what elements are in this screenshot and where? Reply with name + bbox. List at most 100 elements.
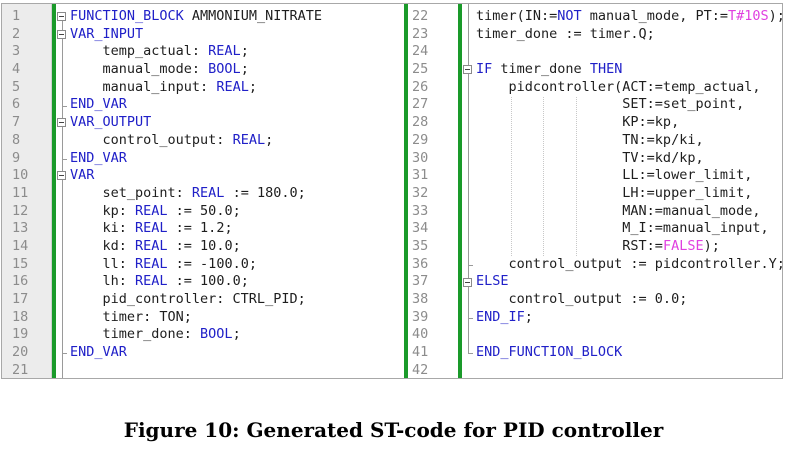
line-number: 26 — [412, 78, 429, 95]
indent-guide — [575, 96, 577, 256]
line-number: 2 — [12, 25, 21, 42]
code-line: VAR_OUTPUT — [70, 114, 404, 132]
line-number: 9 — [12, 149, 21, 166]
fold-toggle-icon[interactable] — [463, 277, 472, 287]
code-line: lh: REAL := 100.0; — [70, 273, 404, 291]
fold-end-tick — [62, 353, 67, 355]
line-number: 5 — [12, 78, 21, 95]
code-token: timer: TON; — [70, 308, 192, 325]
code-line: MAN:=manual_mode, — [476, 202, 782, 221]
code-line: timer_done := timer.Q; — [476, 26, 782, 44]
code-token: ; — [240, 43, 249, 60]
line-number: 22 — [412, 8, 429, 24]
line-number: 3 — [12, 43, 21, 60]
line-number: 11 — [12, 184, 29, 201]
code-token: timer_done: — [70, 326, 201, 343]
line-number: 41 — [412, 344, 429, 361]
code-token: ; — [232, 326, 241, 343]
keyword-token: ELSE — [476, 273, 509, 290]
code-token: set_point: — [70, 184, 192, 201]
keyword-token: REAL — [208, 43, 241, 60]
keyword-token: VAR_INPUT — [70, 25, 144, 42]
code-token: := 100.0; — [167, 273, 249, 290]
keyword-token: REAL — [135, 237, 168, 254]
code-line: pid_controller: CTRL_PID; — [70, 291, 404, 309]
line-number: 39 — [412, 308, 429, 325]
fold-guide-line — [62, 180, 63, 354]
code-line: VAR — [70, 167, 404, 185]
literal-token: T#10S — [727, 8, 769, 24]
line-number: 31 — [412, 167, 429, 184]
fold-guide-line — [468, 286, 469, 318]
code-line: END_VAR — [70, 344, 404, 362]
keyword-token: VAR_OUTPUT — [70, 114, 152, 131]
line-number: 13 — [12, 220, 29, 237]
code-line: LL:=lower_limit, — [476, 167, 782, 185]
fold-end-tick — [468, 317, 473, 319]
code-token: ); — [768, 8, 782, 24]
fold-end-tick — [468, 353, 473, 355]
keyword-token: REAL — [191, 184, 225, 201]
fold-guide-line — [62, 38, 63, 106]
keyword-token: BOOL — [200, 326, 233, 343]
code-line: timer_done: BOOL; — [70, 326, 404, 344]
code-area[interactable]: timer(IN:=NOT manual_mode, PT:=T#10S);ti… — [476, 4, 782, 378]
code-line: control_output: REAL; — [70, 132, 404, 150]
fold-toggle-icon[interactable] — [57, 118, 66, 128]
line-number: 6 — [12, 96, 21, 113]
keyword-token: NOT — [557, 8, 582, 24]
code-line: pidcontroller(ACT:=temp_actual, — [476, 78, 782, 97]
code-token: := 50.0; — [167, 202, 241, 219]
code-token: MAN:=manual_mode, — [476, 202, 761, 219]
code-line: RST:=FALSE); — [476, 237, 782, 256]
code-token: ; — [265, 131, 274, 148]
fold-toggle-icon[interactable] — [57, 12, 66, 21]
code-line: kp: REAL := 50.0; — [70, 203, 404, 221]
code-token: ll: — [70, 255, 136, 272]
line-number-gutter: 1 2 3 4 5 6 7 8 9 10 11 12 13 14 15 16 17 18 19 20 21 — [2, 4, 52, 378]
code-token: SET:=set_point, — [476, 96, 745, 113]
line-number-gutter: 22 23 24 25 26 27 28 29 30 31 32 33 34 35 36 37 38 39 40 41… — [408, 4, 458, 378]
fold-toggle-icon[interactable] — [463, 65, 472, 75]
code-token: ki: — [70, 220, 136, 237]
indent-guide — [543, 96, 545, 256]
code-line: ELSE — [476, 273, 782, 291]
code-line: END_IF; — [476, 309, 782, 327]
code-token: control_output: — [70, 131, 233, 148]
line-number: 35 — [412, 237, 429, 254]
line-number: 34 — [412, 220, 429, 237]
line-number: 37 — [412, 273, 429, 290]
code-token: pidcontroller(ACT:=temp_actual, — [476, 78, 761, 95]
fold-toggle-icon[interactable] — [57, 171, 66, 181]
line-number: 20 — [12, 344, 29, 361]
line-number: 32 — [412, 184, 429, 201]
line-number: 40 — [412, 326, 429, 343]
keyword-token: IF — [476, 61, 493, 78]
code-token: manual_mode, PT:= — [581, 8, 728, 24]
code-token: ); — [703, 237, 720, 254]
keyword-token: BOOL — [208, 61, 241, 78]
code-token: temp_actual: — [70, 43, 209, 60]
code-line: manual_mode: BOOL; — [70, 61, 404, 79]
keyword-token: REAL — [135, 202, 168, 219]
line-number: 42 — [412, 361, 429, 378]
fold-end-tick — [62, 158, 67, 160]
line-number: 21 — [12, 361, 29, 378]
code-token: := -100.0; — [167, 255, 257, 272]
code-token: := 180.0; — [224, 184, 306, 201]
keyword-token: REAL — [135, 255, 168, 272]
code-area[interactable]: FUNCTION_BLOCK AMMONIUM_NITRATE VAR_INPUT… — [70, 4, 404, 378]
code-token: ; — [248, 78, 257, 95]
code-line: control_output := 0.0; — [476, 291, 782, 309]
code-line: M_I:=manual_input, — [476, 220, 782, 238]
code-line: SET:=set_point, — [476, 96, 782, 114]
code-line: ll: REAL := -100.0; — [70, 256, 404, 274]
code-token: LL:=lower_limit, — [476, 167, 753, 184]
code-pane-left: 1 2 3 4 5 6 7 8 9 10 11 12 13 14 15 16 17 18 19 20 21 FUNCTI… — [2, 4, 404, 378]
code-line: TV:=kd/kp, — [476, 150, 782, 168]
keyword-token: VAR — [70, 167, 95, 184]
code-pane-right: 22 23 24 25 26 27 28 29 30 31 32 33 34 35 36 37 38 39 40 41… — [404, 4, 782, 378]
fold-toggle-icon[interactable] — [57, 29, 66, 39]
